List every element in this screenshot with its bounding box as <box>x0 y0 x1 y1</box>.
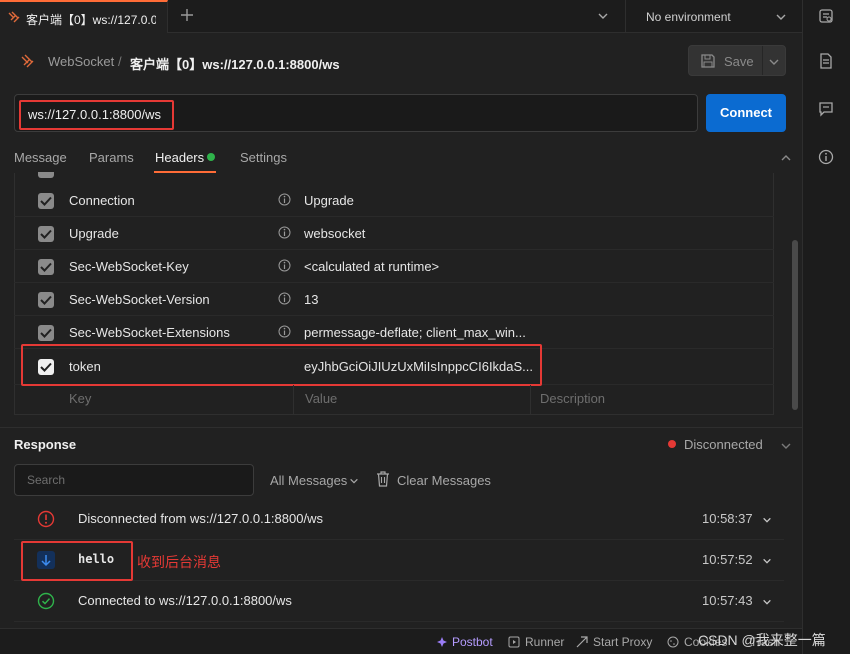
proxy-icon <box>576 636 588 648</box>
divider <box>625 0 626 33</box>
message-time: 10:57:52 <box>702 552 753 567</box>
list-item[interactable]: Disconnected from ws://127.0.0.1:8800/ws… <box>14 499 784 540</box>
chevron-down-icon[interactable] <box>780 440 792 452</box>
header-key: Connection <box>69 193 135 208</box>
environment-selector[interactable]: No environment <box>646 10 731 24</box>
header-value: websocket <box>304 226 366 241</box>
table-row: Connection Upgrade <box>14 184 774 217</box>
chevron-down-icon[interactable] <box>775 11 787 23</box>
message-filter-dropdown[interactable]: All Messages <box>270 473 347 488</box>
status-dot <box>668 440 676 448</box>
info-icon[interactable] <box>278 226 291 239</box>
runner-icon <box>508 636 520 648</box>
clear-messages-button[interactable]: Clear Messages <box>397 473 491 488</box>
info-icon[interactable] <box>278 325 291 338</box>
request-tab-label: 客户端【0】ws://127.0.0.1 <box>26 13 156 27</box>
chevron-down-icon[interactable] <box>762 556 772 566</box>
value-placeholder[interactable]: Value <box>305 391 337 406</box>
save-icon <box>700 53 716 69</box>
postbot-icon <box>436 636 448 648</box>
header-value: <calculated at runtime> <box>304 259 440 274</box>
info-icon[interactable] <box>818 149 834 165</box>
divider <box>762 46 763 75</box>
row-checkbox[interactable] <box>38 193 54 209</box>
new-tab-button[interactable] <box>180 8 194 22</box>
chevron-down-icon[interactable] <box>762 597 772 607</box>
tab-params[interactable]: Params <box>89 150 134 165</box>
error-circle-icon <box>37 510 55 528</box>
info-icon[interactable] <box>278 193 291 206</box>
divider <box>530 385 531 415</box>
message-text: Connected to ws://127.0.0.1:8800/ws <box>78 593 292 608</box>
trash-icon[interactable] <box>376 471 390 487</box>
status-bar <box>0 628 802 654</box>
websocket-icon <box>7 10 21 24</box>
connect-button[interactable]: Connect <box>706 94 786 132</box>
header-value: 13 <box>304 292 319 307</box>
tab-headers[interactable]: Headers <box>155 150 204 165</box>
message-time: 10:57:43 <box>702 593 753 608</box>
page-title[interactable]: 客户端【0】ws://127.0.0.1:8800/ws <box>130 54 340 73</box>
search-placeholder[interactable]: Search <box>27 473 65 487</box>
documentation-icon[interactable] <box>818 53 834 69</box>
info-icon[interactable] <box>278 292 291 305</box>
message-text: Disconnected from ws://127.0.0.1:8800/ws <box>78 511 323 526</box>
annotation-label: 收到后台消息 <box>137 554 221 570</box>
info-icon[interactable] <box>278 259 291 272</box>
check-circle-icon <box>37 592 55 610</box>
chevron-down-icon[interactable] <box>762 515 772 525</box>
description-placeholder[interactable]: Description <box>540 391 605 406</box>
tab-message[interactable]: Message <box>14 150 67 165</box>
scrollbar[interactable] <box>792 240 798 410</box>
header-key: Upgrade <box>69 226 119 241</box>
divider <box>293 385 294 415</box>
breadcrumb-collection[interactable]: WebSocket <box>48 54 114 69</box>
header-value: Upgrade <box>304 193 354 208</box>
header-value: permessage-deflate; client_max_win... <box>304 325 526 340</box>
table-row: Upgrade websocket <box>14 217 774 250</box>
tab-settings[interactable]: Settings <box>240 150 287 165</box>
save-button[interactable]: Save <box>688 45 786 76</box>
save-label: Save <box>724 54 754 69</box>
breadcrumb-separator: / <box>118 54 122 69</box>
annotation-box <box>21 541 133 581</box>
right-sidebar <box>802 0 850 654</box>
table-row: Sec-WebSocket-Key <calculated at runtime… <box>14 250 774 283</box>
table-row: Sec-WebSocket-Version 13 <box>14 283 774 316</box>
header-key: Sec-WebSocket-Key <box>69 259 189 274</box>
header-key: Sec-WebSocket-Extensions <box>69 325 230 340</box>
chevron-down-icon[interactable] <box>768 56 780 68</box>
message-time: 10:58:37 <box>702 511 753 526</box>
response-title: Response <box>14 437 77 452</box>
watermark: CSDN @我来整一篇 <box>698 632 826 648</box>
runner-button[interactable]: Runner <box>525 635 564 649</box>
checkbox-partial[interactable] <box>38 172 54 178</box>
divider <box>0 427 802 428</box>
status-dot <box>207 153 215 161</box>
connection-status: Disconnected <box>684 437 763 452</box>
start-proxy-button[interactable]: Start Proxy <box>593 635 652 649</box>
list-item[interactable]: Connected to ws://127.0.0.1:8800/ws 10:5… <box>14 581 784 622</box>
chevron-up-icon[interactable] <box>780 152 792 164</box>
row-checkbox[interactable] <box>38 259 54 275</box>
cookie-icon <box>667 636 679 648</box>
row-checkbox[interactable] <box>38 226 54 242</box>
comments-icon[interactable] <box>818 101 834 117</box>
postbot-button[interactable]: Postbot <box>452 635 493 649</box>
annotation-box <box>19 100 174 130</box>
row-checkbox[interactable] <box>38 325 54 341</box>
websocket-icon <box>20 53 36 69</box>
header-key: Sec-WebSocket-Version <box>69 292 210 307</box>
row-checkbox[interactable] <box>38 292 54 308</box>
annotation-box <box>21 344 542 386</box>
key-placeholder[interactable]: Key <box>69 391 91 406</box>
request-tab[interactable]: 客户端【0】ws://127.0.0.1 <box>0 0 168 33</box>
chevron-down-icon[interactable] <box>597 10 609 22</box>
environment-quick-look-icon[interactable] <box>818 8 834 24</box>
chevron-down-icon[interactable] <box>349 476 359 486</box>
